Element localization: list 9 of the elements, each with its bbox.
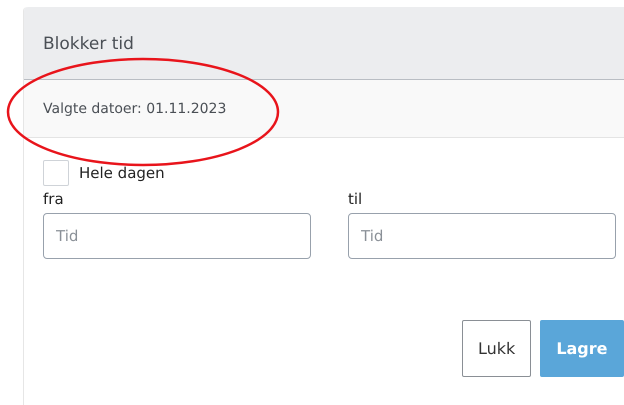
- time-field[interactable]: Tid: [348, 213, 616, 259]
- time-field[interactable]: Tid: [43, 213, 311, 259]
- dialog-title: Blokker tid: [43, 33, 134, 54]
- field-label: til: [348, 190, 364, 208]
- field-label: fra: [43, 190, 65, 208]
- all-day-label: Hele dagen: [79, 164, 165, 182]
- selected-dates-text: Valgte datoer: 01.11.2023: [43, 100, 226, 116]
- all-day-checkbox[interactable]: [43, 160, 69, 186]
- close-button[interactable]: Lukk: [462, 320, 532, 377]
